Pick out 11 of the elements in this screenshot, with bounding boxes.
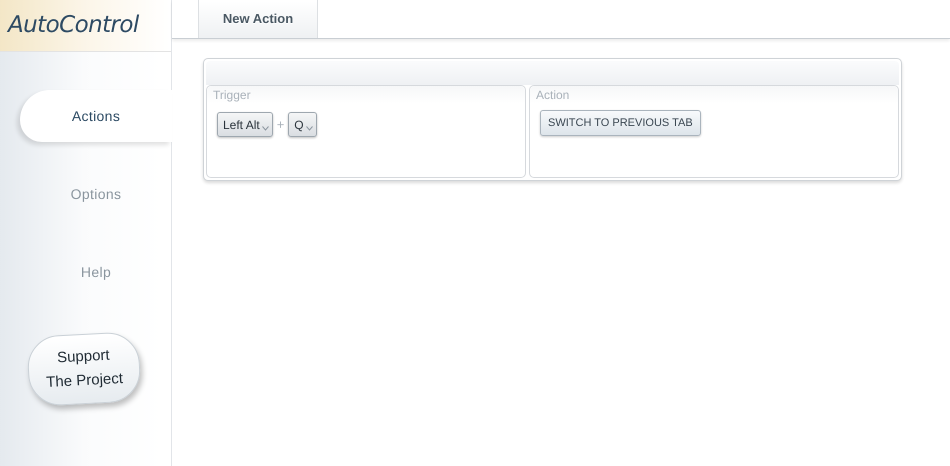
- action-button[interactable]: SWITCH TO PREVIOUS TAB: [540, 110, 701, 136]
- tab[interactable]: New Action: [198, 0, 318, 38]
- key-dropdown[interactable]: Q: [288, 112, 317, 137]
- plus-separator: +: [276, 116, 284, 134]
- sidebar-item[interactable]: Actions: [20, 90, 172, 142]
- chevron-icon: [306, 126, 313, 131]
- group-title: Trigger: [207, 86, 525, 104]
- support-button[interactable]: Support The Project: [26, 331, 142, 407]
- app-logo: AutoControl: [8, 11, 139, 40]
- key-dropdown[interactable]: Left Alt: [217, 112, 273, 137]
- chevron-icon: [262, 126, 269, 131]
